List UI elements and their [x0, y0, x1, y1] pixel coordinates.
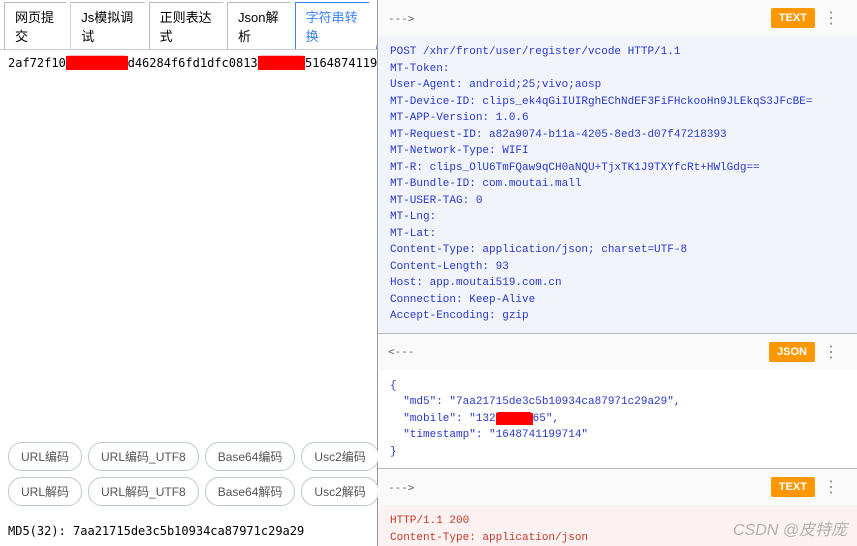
request-headers-section: ---> TEXT ⋮ POST /xhr/front/user/registe…	[378, 0, 857, 334]
kebab-menu-icon[interactable]: ⋮	[815, 477, 847, 497]
redacted-segment: ████████	[66, 56, 128, 70]
direction-out-icon: --->	[388, 12, 415, 25]
redacted-segment: ██████	[258, 56, 305, 70]
format-badge-text[interactable]: TEXT	[771, 8, 815, 28]
tab-js-debug[interactable]: Js模拟调试	[70, 2, 152, 49]
md5-value: 7aa21715de3c5b10934ca87971c29a29	[73, 524, 304, 538]
url-encode-utf8-button[interactable]: URL编码_UTF8	[88, 442, 199, 471]
tab-regex[interactable]: 正则表达式	[149, 2, 231, 49]
usc2-decode-button[interactable]: Usc2解码	[301, 477, 378, 506]
request-body-section: <--- JSON ⋮ { "md5": "7aa21715de3c5b1093…	[378, 334, 857, 470]
direction-in-icon: <---	[388, 345, 415, 358]
url-decode-utf8-button[interactable]: URL解码_UTF8	[88, 477, 199, 506]
format-badge-json[interactable]: JSON	[769, 342, 815, 362]
redacted-mobile: █████	[496, 413, 533, 425]
format-badge-text[interactable]: TEXT	[771, 477, 815, 497]
input-string[interactable]: 2af72f10████████d46284f6fd1dfc0813██████…	[0, 50, 377, 76]
kebab-menu-icon[interactable]: ⋮	[815, 8, 847, 28]
usc2-encode-button[interactable]: Usc2编码	[301, 442, 378, 471]
tab-string-convert[interactable]: 字符串转换	[295, 2, 377, 49]
tab-web-submit[interactable]: 网页提交	[4, 2, 74, 49]
response-headers-text[interactable]: HTTP/1.1 200 Content-Type: application/j…	[378, 505, 857, 546]
kebab-menu-icon[interactable]: ⋮	[815, 342, 847, 362]
request-body-text[interactable]: { "md5": "7aa21715de3c5b10934ca87971c29a…	[378, 370, 857, 469]
encode-decode-buttons: URL编码 URL编码_UTF8 Base64编码 Usc2编码 URL解码 U…	[0, 438, 377, 520]
response-headers-section: ---> TEXT ⋮ HTTP/1.1 200 Content-Type: a…	[378, 469, 857, 546]
request-headers-text[interactable]: POST /xhr/front/user/register/vcode HTTP…	[378, 36, 857, 333]
md5-output: MD5(32): 7aa21715de3c5b10934ca87971c29a2…	[0, 520, 377, 546]
url-decode-button[interactable]: URL解码	[8, 477, 82, 506]
tab-json[interactable]: Json解析	[227, 2, 299, 49]
base64-decode-button[interactable]: Base64解码	[205, 477, 296, 506]
url-encode-button[interactable]: URL编码	[8, 442, 82, 471]
direction-out-icon: --->	[388, 481, 415, 494]
base64-encode-button[interactable]: Base64编码	[205, 442, 296, 471]
tool-tabs: 网页提交 Js模拟调试 正则表达式 Json解析 字符串转换	[0, 0, 377, 50]
